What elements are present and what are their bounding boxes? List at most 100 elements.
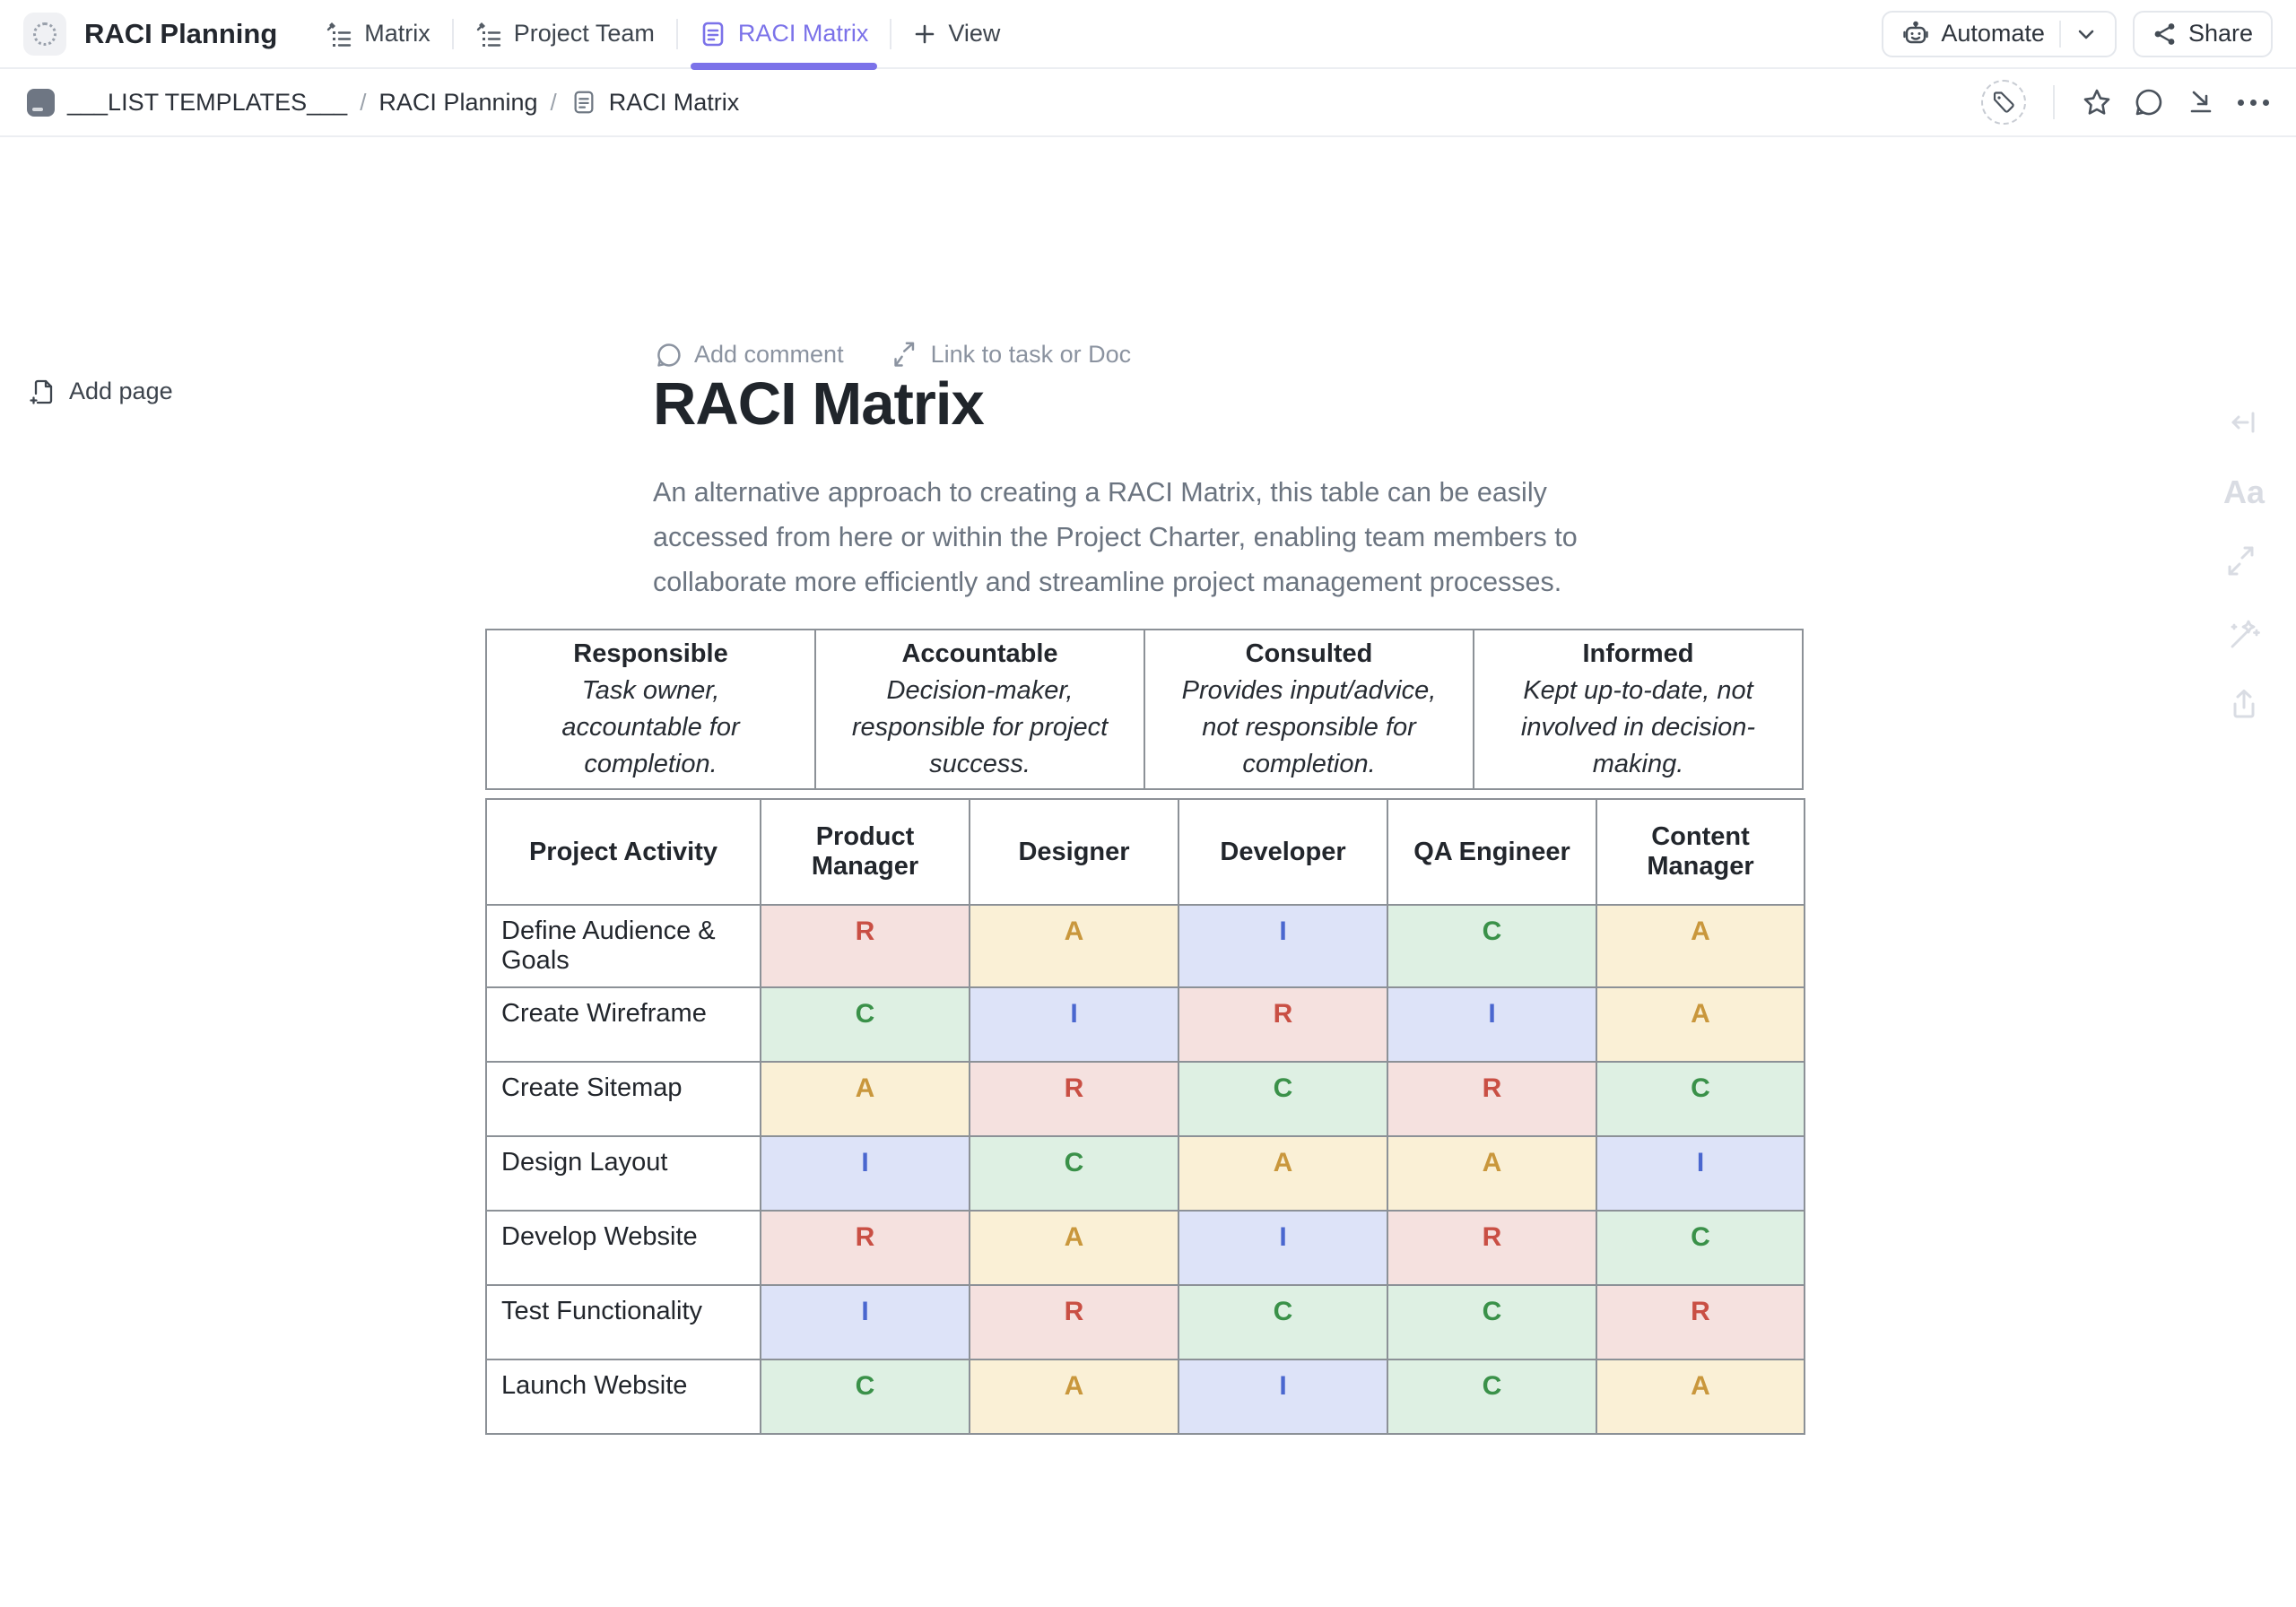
activity-cell[interactable]: Define Audience & Goals [486, 905, 761, 987]
automate-label: Automate [1941, 20, 2045, 48]
legend-cell-informed[interactable]: Informed Kept up-to-date, not involved i… [1474, 630, 1803, 789]
assignment-cell[interactable]: C [761, 1359, 970, 1434]
assignment-cell[interactable]: R [1596, 1285, 1805, 1359]
assignment-cell[interactable]: C [970, 1136, 1178, 1211]
doc-side-toolbar: Aa [2219, 406, 2269, 720]
assignment-cell[interactable]: C [1596, 1062, 1805, 1136]
workspace-avatar[interactable] [23, 13, 66, 56]
more-options-button[interactable] [2238, 100, 2269, 106]
assignment-cell[interactable]: R [761, 905, 970, 987]
assignment-cell[interactable]: A [1596, 1359, 1805, 1434]
activity-cell[interactable]: Create Sitemap [486, 1062, 761, 1136]
assignment-cell[interactable]: A [1596, 905, 1805, 987]
column-header-role[interactable]: Content Manager [1596, 799, 1805, 905]
activity-cell[interactable]: Test Functionality [486, 1285, 761, 1359]
assignment-cell[interactable]: R [761, 1211, 970, 1285]
doc-title[interactable]: RACI Matrix [653, 369, 984, 439]
raci-row: Launch WebsiteCAICA [486, 1359, 1805, 1434]
breadcrumb-item-list-templates[interactable]: ___LIST TEMPLATES___ [67, 89, 347, 117]
assignment-cell[interactable]: I [761, 1285, 970, 1359]
assignment-cell[interactable]: A [970, 905, 1178, 987]
assignment-cell[interactable]: I [1178, 1359, 1387, 1434]
comments-button[interactable] [2134, 87, 2164, 117]
robot-icon [1901, 20, 1930, 48]
comment-icon [656, 342, 683, 369]
dotted-circle-icon [33, 22, 57, 46]
favorite-button[interactable] [2082, 87, 2112, 117]
assignment-cell[interactable]: R [970, 1285, 1178, 1359]
activity-cell[interactable]: Design Layout [486, 1136, 761, 1211]
link-to-task-button[interactable]: Link to task or Doc [892, 341, 1132, 369]
list-avatar-icon[interactable] [27, 89, 55, 117]
tab-project-team[interactable]: Project Team [454, 0, 676, 68]
assignment-cell[interactable]: C [1178, 1062, 1387, 1136]
assignment-cell[interactable]: R [970, 1062, 1178, 1136]
share-button[interactable]: Share [2133, 11, 2273, 57]
assignment-cell[interactable]: A [1178, 1136, 1387, 1211]
tab-matrix[interactable]: Matrix [304, 0, 452, 68]
magic-wand-icon[interactable] [2227, 616, 2261, 650]
breadcrumb: ___LIST TEMPLATES___ / RACI Planning / R… [0, 69, 2296, 137]
raci-matrix-table: Project ActivityProduct ManagerDesignerD… [485, 798, 1805, 1435]
breadcrumb-item-raci-planning[interactable]: RACI Planning [378, 89, 537, 117]
activity-cell[interactable]: Create Wireframe [486, 987, 761, 1062]
assignment-cell[interactable]: C [761, 987, 970, 1062]
tab-label: Matrix [364, 20, 430, 48]
activity-cell[interactable]: Develop Website [486, 1211, 761, 1285]
assignment-cell[interactable]: I [1178, 905, 1387, 987]
link-arrows-icon [892, 342, 919, 369]
typography-icon[interactable]: Aa [2223, 476, 2265, 508]
assignment-cell[interactable]: C [1387, 1359, 1596, 1434]
pinned-list-icon [475, 21, 502, 48]
doc-intro[interactable]: An alternative approach to creating a RA… [653, 470, 1665, 604]
breadcrumb-item-raci-matrix[interactable]: RACI Matrix [609, 89, 740, 117]
wrap-text-icon[interactable] [2228, 406, 2260, 439]
assignment-cell[interactable]: I [761, 1136, 970, 1211]
column-header-activity[interactable]: Project Activity [486, 799, 761, 905]
link-to-task-label: Link to task or Doc [931, 341, 1132, 369]
upload-icon[interactable] [2228, 688, 2260, 720]
doc-actions [1981, 80, 2269, 125]
automate-button[interactable]: Automate [1882, 11, 2117, 57]
assignment-cell[interactable]: R [1387, 1062, 1596, 1136]
assignment-cell[interactable]: C [1596, 1211, 1805, 1285]
assignment-cell[interactable]: C [1387, 1285, 1596, 1359]
assignment-cell[interactable]: I [1387, 987, 1596, 1062]
assignment-cell[interactable]: R [1178, 987, 1387, 1062]
assignment-cell[interactable]: A [1387, 1136, 1596, 1211]
legend-definition: Provides input/advice, not responsible f… [1167, 673, 1451, 783]
column-header-role[interactable]: Product Manager [761, 799, 970, 905]
add-comment-button[interactable]: Add comment [656, 341, 844, 369]
relationships-icon[interactable] [2228, 546, 2260, 578]
legend-cell-accountable[interactable]: Accountable Decision-maker, responsible … [815, 630, 1144, 789]
assignment-cell[interactable]: C [1178, 1285, 1387, 1359]
assignment-cell[interactable]: A [970, 1211, 1178, 1285]
assignment-cell[interactable]: A [1596, 987, 1805, 1062]
add-tag-button[interactable] [1981, 80, 2026, 125]
assignment-cell[interactable]: C [1387, 905, 1596, 987]
assignment-cell[interactable]: A [970, 1359, 1178, 1434]
legend-cell-consulted[interactable]: Consulted Provides input/advice, not res… [1144, 630, 1474, 789]
assignment-cell[interactable]: I [1596, 1136, 1805, 1211]
assignment-cell[interactable]: I [970, 987, 1178, 1062]
assignment-cell[interactable]: I [1178, 1211, 1387, 1285]
activity-cell[interactable]: Launch Website [486, 1359, 761, 1434]
raci-legend-table: Responsible Task owner, accountable for … [485, 629, 1804, 790]
assignment-cell[interactable]: R [1387, 1211, 1596, 1285]
add-page-icon [30, 378, 57, 405]
column-header-role[interactable]: QA Engineer [1387, 799, 1596, 905]
column-header-role[interactable]: Developer [1178, 799, 1387, 905]
export-button[interactable] [2186, 87, 2216, 117]
pinned-list-icon [326, 21, 352, 48]
chevron-down-icon[interactable] [2075, 23, 2097, 45]
legend-term: Informed [1496, 636, 1780, 673]
view-tabs: Matrix Project Team RACI Matrix [304, 0, 1022, 68]
column-header-role[interactable]: Designer [970, 799, 1178, 905]
legend-cell-responsible[interactable]: Responsible Task owner, accountable for … [486, 630, 815, 789]
tab-raci-matrix[interactable]: RACI Matrix [678, 0, 891, 68]
assignment-cell[interactable]: A [761, 1062, 970, 1136]
add-view-button[interactable]: View [891, 0, 1022, 68]
topbar: RACI Planning Matrix Proje [0, 0, 2296, 69]
share-icon [2152, 22, 2178, 47]
add-page-button[interactable]: Add page [30, 378, 173, 405]
